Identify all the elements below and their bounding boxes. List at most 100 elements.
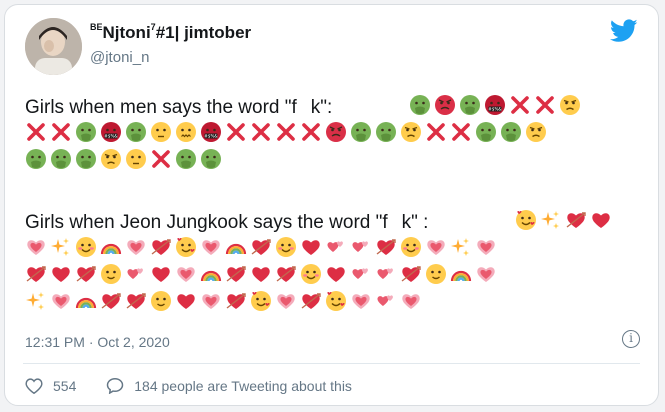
heart-pink-icon xyxy=(25,236,47,258)
twitter-bird-icon[interactable] xyxy=(609,19,638,43)
reply-button[interactable]: 184 people are Tweeting about this xyxy=(106,377,352,394)
heart-arrow-icon xyxy=(275,263,297,285)
blush-icon xyxy=(275,236,297,258)
display-name-superscript-2: 7 xyxy=(150,22,156,32)
two-hearts-icon xyxy=(375,263,397,285)
heart-arrow-icon xyxy=(375,236,397,258)
heart-arrow-icon xyxy=(250,236,272,258)
green-vomit-icon xyxy=(25,148,47,170)
red-heart-icon xyxy=(150,263,172,285)
emoji-row-men-2: #$%& #$%& xyxy=(25,121,550,148)
tweet-text-jk-end: k" : xyxy=(401,212,429,233)
info-icon[interactable]: i xyxy=(622,330,640,348)
green-vomit-icon xyxy=(75,148,97,170)
emoji-row-jk-2 xyxy=(25,236,500,263)
cross-icon xyxy=(275,121,297,143)
rainbow-icon xyxy=(75,290,97,312)
heart-pink-icon xyxy=(275,290,297,312)
divider xyxy=(23,363,640,364)
green-vomit-icon xyxy=(475,121,497,143)
heart-arrow-icon xyxy=(300,290,322,312)
display-name[interactable]: BENjtoni7#1| jimtober xyxy=(90,22,251,43)
cursing-icon: #$%& xyxy=(100,121,122,143)
two-hearts-icon xyxy=(350,263,372,285)
red-angry-icon xyxy=(434,94,456,116)
action-bar: 554 184 people are Tweeting about this xyxy=(25,377,378,397)
red-angry-icon xyxy=(325,121,347,143)
green-vomit-icon xyxy=(200,148,222,170)
avatar[interactable] xyxy=(25,18,82,75)
tweet-timestamp[interactable]: 12:31 PM · Oct 2, 2020 xyxy=(25,334,170,350)
speech-bubble-icon xyxy=(106,377,124,394)
rainbow-icon xyxy=(100,236,122,258)
heart-arrow-icon xyxy=(75,263,97,285)
confounded-icon xyxy=(175,121,197,143)
cross-icon xyxy=(225,121,247,143)
green-vomit-icon xyxy=(409,94,431,116)
cursing-icon: #$%& xyxy=(200,121,222,143)
display-name-text: Njtoni xyxy=(102,23,151,42)
rainbow-icon xyxy=(450,263,472,285)
reply-text: 184 people are Tweeting about this xyxy=(134,377,352,394)
angry-icon xyxy=(100,148,122,170)
blush-icon xyxy=(75,236,97,258)
heart-arrow-icon xyxy=(150,236,172,258)
heart-pink-icon xyxy=(400,290,422,312)
green-vomit-icon xyxy=(500,121,522,143)
svg-text:#$%&: #$%& xyxy=(204,134,218,139)
angry-icon xyxy=(525,121,547,143)
heart-arrow-icon xyxy=(225,290,247,312)
rainbow-icon xyxy=(225,236,247,258)
heart-outline-icon xyxy=(25,378,43,394)
cross-icon xyxy=(150,148,172,170)
svg-text:#$%&: #$%& xyxy=(488,107,502,112)
heart-arrow-icon xyxy=(225,263,247,285)
cross-icon xyxy=(300,121,322,143)
green-vomit-icon xyxy=(350,121,372,143)
green-vomit-icon xyxy=(75,121,97,143)
relieved-icon xyxy=(425,263,447,285)
heart-pink-icon xyxy=(475,263,497,285)
red-heart-icon xyxy=(250,263,272,285)
heart-pink-icon xyxy=(125,236,147,258)
emoji-row-men-3 xyxy=(25,148,225,175)
green-vomit-icon xyxy=(175,148,197,170)
user-handle[interactable]: @jtoni_n xyxy=(90,49,149,66)
two-hearts-icon xyxy=(375,290,397,312)
unamused-icon xyxy=(125,148,147,170)
smiling-hearts-icon xyxy=(515,209,537,231)
heart-pink-icon xyxy=(350,290,372,312)
heart-pink-icon xyxy=(50,290,72,312)
red-heart-icon xyxy=(300,236,322,258)
relieved-icon xyxy=(150,290,172,312)
angry-icon xyxy=(559,94,581,116)
relieved-icon xyxy=(100,263,122,285)
heart-arrow-icon xyxy=(565,209,587,231)
red-heart-icon xyxy=(590,209,612,231)
angry-icon xyxy=(400,121,422,143)
blush-icon xyxy=(400,236,422,258)
green-vomit-icon xyxy=(125,121,147,143)
tweet-text-men-start: Girls when men says the word "f xyxy=(25,97,297,118)
cross-icon xyxy=(534,94,556,116)
sparkles-icon xyxy=(450,236,472,258)
sparkles-icon xyxy=(50,236,72,258)
svg-text:#$%&: #$%& xyxy=(104,134,118,139)
two-hearts-icon xyxy=(325,236,347,258)
green-vomit-icon xyxy=(459,94,481,116)
heart-pink-icon xyxy=(425,236,447,258)
like-count: 554 xyxy=(53,378,77,394)
heart-pink-icon xyxy=(200,236,222,258)
tweet-card[interactable]: BENjtoni7#1| jimtober @jtoni_n Girls whe… xyxy=(4,4,659,406)
smiling-hearts-icon xyxy=(250,290,272,312)
heart-arrow-icon xyxy=(125,290,147,312)
tweet-text-men-end: k": xyxy=(310,97,333,118)
smiling-hearts-icon xyxy=(175,236,197,258)
red-heart-icon xyxy=(175,290,197,312)
like-button[interactable]: 554 xyxy=(25,378,76,394)
sparkles-icon xyxy=(540,209,562,231)
heart-pink-icon xyxy=(475,236,497,258)
cross-icon xyxy=(250,121,272,143)
emoji-row-men-1: #$%& xyxy=(409,94,584,121)
rainbow-icon xyxy=(200,263,222,285)
